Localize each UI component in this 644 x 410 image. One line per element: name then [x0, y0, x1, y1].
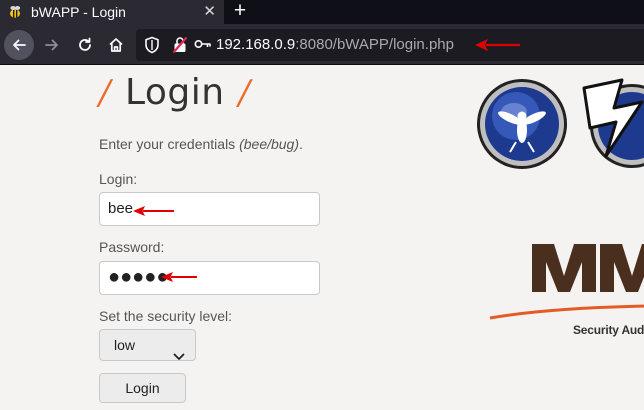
reload-icon	[79, 37, 91, 51]
annotation-arrow-icon	[160, 270, 198, 289]
url-bar[interactable]: 192.168.0.9:8080/bWAPP/login.php	[136, 29, 644, 61]
back-arrow-icon	[13, 39, 26, 51]
hint-credentials: (bee/bug)	[239, 136, 300, 152]
hint-period: .	[299, 136, 303, 152]
password-label: Password:	[99, 239, 165, 255]
url-path: :8080/bWAPP/login.php	[295, 36, 454, 53]
title-slash-right: /	[238, 73, 251, 113]
annotation-arrow-icon	[474, 35, 522, 60]
url-text[interactable]: 192.168.0.9:8080/bWAPP/login.php	[216, 29, 454, 61]
chevron-down-icon	[173, 341, 185, 371]
home-button[interactable]	[101, 30, 131, 60]
forward-arrow-icon	[45, 39, 58, 51]
page-title: / Login /	[99, 72, 251, 116]
owasp-logo-icon[interactable]	[476, 78, 568, 175]
mme-caption: Security Aud	[573, 323, 644, 337]
insecure-lock-icon[interactable]	[172, 36, 188, 59]
new-tab-icon[interactable]: +	[229, 0, 251, 24]
home-icon	[109, 38, 123, 52]
nav-bar: 192.168.0.9:8080/bWAPP/login.php	[0, 24, 644, 65]
title-slash-left: /	[99, 73, 111, 113]
tab-title: bWAPP - Login	[31, 4, 126, 20]
shield-icon[interactable]	[144, 36, 160, 59]
page-title-text: Login	[124, 72, 225, 113]
lightning-logo-icon[interactable]	[576, 74, 644, 175]
bee-favicon-icon	[7, 4, 23, 20]
reload-button[interactable]	[70, 30, 100, 60]
tab-bar: bWAPP - Login ✕ +	[0, 0, 644, 24]
credentials-hint: Enter your credentials (bee/bug).	[99, 136, 303, 152]
password-input[interactable]: ●●●●●	[99, 261, 320, 295]
login-button[interactable]: Login	[99, 373, 186, 403]
browser-tab[interactable]: bWAPP - Login ✕	[0, 0, 224, 24]
security-level-select[interactable]: low	[99, 329, 196, 361]
forward-button[interactable]	[37, 30, 67, 60]
mme-logo-icon[interactable]	[488, 240, 644, 327]
login-label: Login:	[99, 171, 138, 187]
annotation-arrow-icon	[132, 204, 176, 223]
security-level-value: low	[114, 337, 136, 353]
close-tab-icon[interactable]: ✕	[203, 0, 216, 24]
security-level-label: Set the security level:	[99, 308, 233, 324]
key-icon[interactable]	[194, 37, 212, 56]
hint-text: Enter your credentials	[99, 136, 240, 152]
url-host: 192.168.0.9	[216, 36, 296, 53]
back-button[interactable]	[4, 30, 34, 60]
